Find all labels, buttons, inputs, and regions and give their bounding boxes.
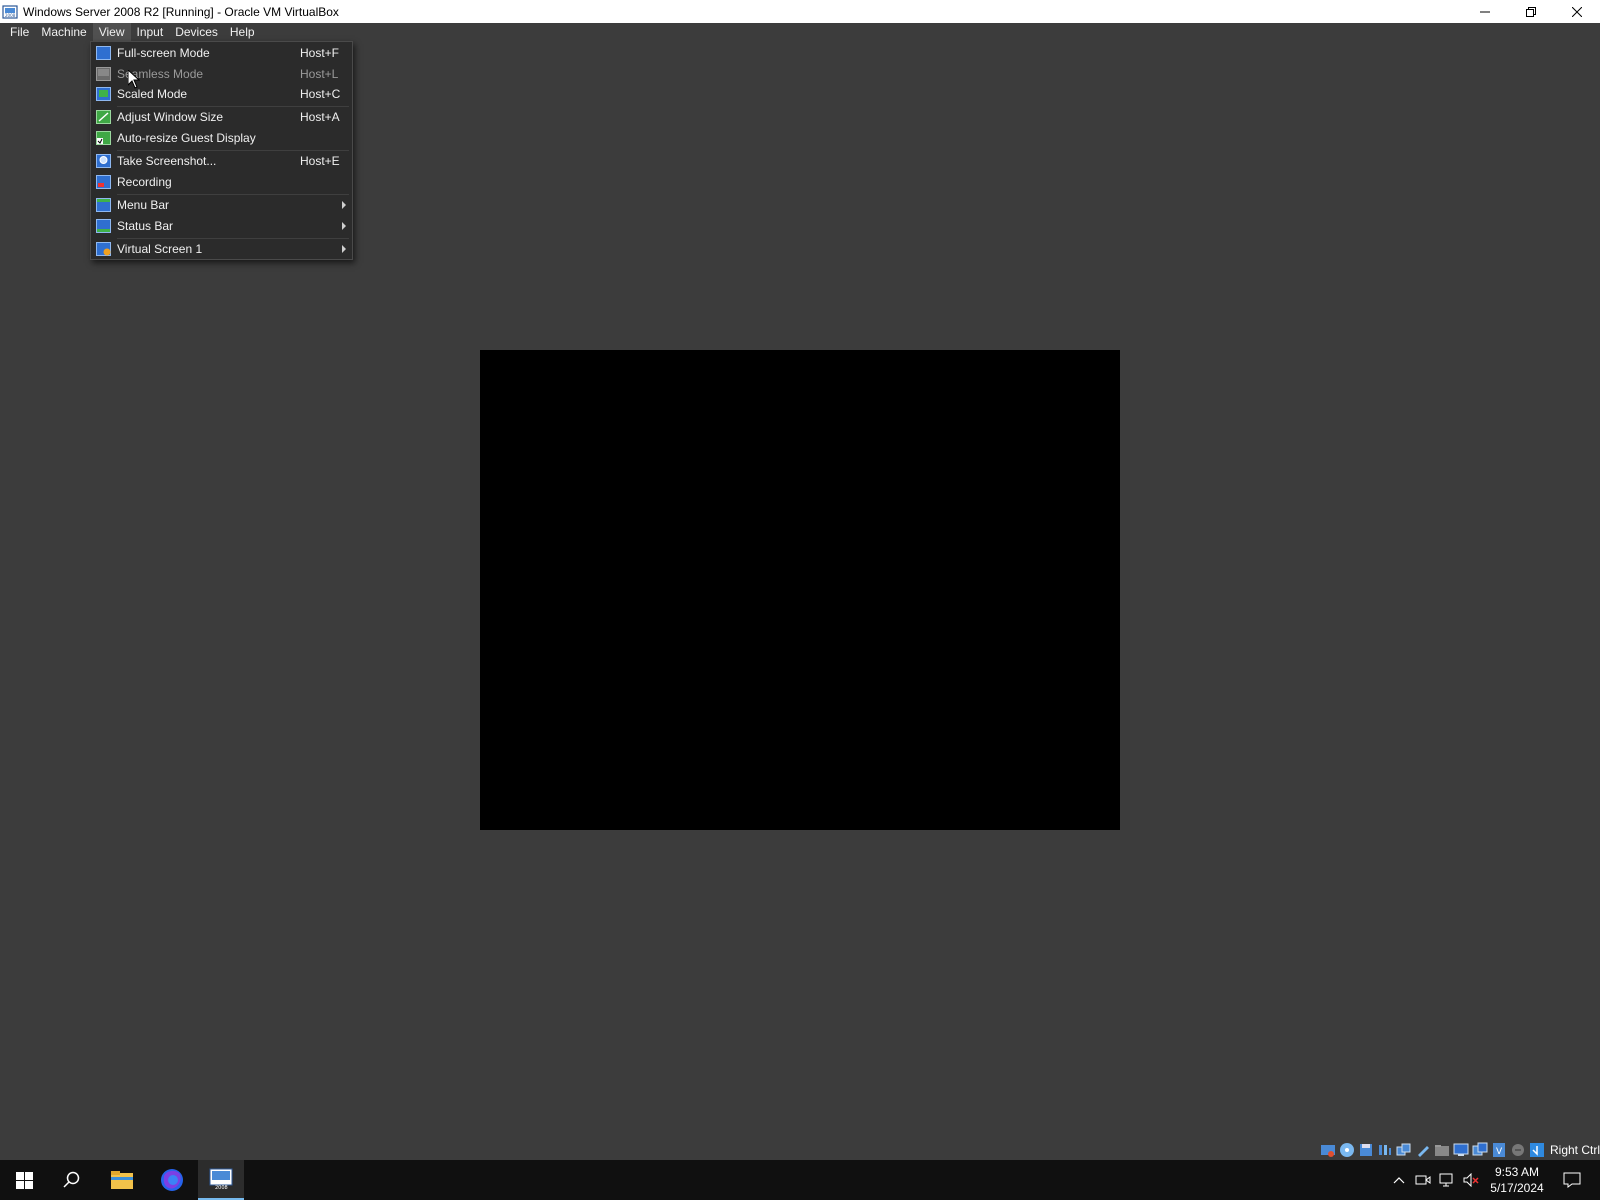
window-title-bar[interactable]: 2008 Windows Server 2008 R2 [Running] - … bbox=[0, 0, 1600, 23]
submenu-arrow-icon bbox=[342, 201, 346, 209]
menu-item-virtual-screen-1[interactable]: Virtual Screen 1 bbox=[91, 239, 352, 260]
menu-item-take-screenshot[interactable]: Take Screenshot... Host+E bbox=[91, 151, 352, 172]
start-icon bbox=[15, 1171, 33, 1189]
menu-file[interactable]: File bbox=[4, 23, 35, 42]
shared-folders-icon[interactable] bbox=[1434, 1142, 1450, 1158]
volume-muted-icon bbox=[1463, 1173, 1479, 1187]
firefox-icon bbox=[161, 1169, 183, 1191]
meet-now-icon bbox=[1415, 1175, 1431, 1185]
submenu-arrow-icon bbox=[342, 222, 346, 230]
floppy-icon[interactable] bbox=[1358, 1142, 1374, 1158]
virtual-screen-icon bbox=[96, 242, 111, 256]
menu-devices[interactable]: Devices bbox=[169, 23, 224, 42]
tray-meet-now[interactable] bbox=[1412, 1160, 1434, 1200]
menu-machine[interactable]: Machine bbox=[35, 23, 92, 42]
menu-bar: File Machine View Input Devices Help bbox=[0, 23, 1600, 42]
tray-overflow-button[interactable] bbox=[1388, 1160, 1410, 1200]
menu-item-menu-bar[interactable]: Menu Bar bbox=[91, 195, 352, 216]
virtualbox-icon: 2008 bbox=[209, 1168, 233, 1191]
file-explorer-icon bbox=[111, 1171, 133, 1189]
clock-time: 9:53 AM bbox=[1494, 1165, 1540, 1179]
display-icon[interactable] bbox=[1453, 1142, 1469, 1158]
fullscreen-icon bbox=[96, 46, 111, 60]
taskbar: 2008 9:53 AM 5/17/2024 bbox=[0, 1160, 1600, 1200]
vm-status-bar: V Right Ctrl bbox=[1320, 1139, 1600, 1161]
svg-text:V: V bbox=[1496, 1147, 1503, 1157]
search-button[interactable] bbox=[48, 1160, 96, 1200]
mouse-cursor-icon bbox=[128, 70, 140, 89]
mouse-integration-icon[interactable] bbox=[1510, 1142, 1526, 1158]
menu-bar-icon bbox=[96, 198, 111, 212]
menu-view[interactable]: View bbox=[92, 23, 131, 42]
auto-resize-icon bbox=[96, 131, 111, 145]
firefox-button[interactable] bbox=[148, 1160, 196, 1200]
restore-icon bbox=[1526, 6, 1536, 17]
tray-network[interactable] bbox=[1436, 1160, 1458, 1200]
network-icon bbox=[1439, 1173, 1453, 1187]
svg-text:2008: 2008 bbox=[5, 13, 16, 18]
menu-item-status-bar[interactable]: Status Bar bbox=[91, 216, 352, 237]
seamless-icon bbox=[96, 67, 111, 81]
search-icon bbox=[63, 1171, 80, 1188]
clock-date: 5/17/2024 bbox=[1490, 1181, 1544, 1195]
vt-x-icon[interactable]: V bbox=[1491, 1142, 1507, 1158]
virtualbox-app-icon: 2008 bbox=[2, 4, 18, 20]
recording-icon bbox=[96, 175, 111, 189]
svg-text:2008: 2008 bbox=[215, 1185, 228, 1191]
restore-button[interactable] bbox=[1508, 0, 1554, 23]
menu-item-adjust-window-size[interactable]: Adjust Window Size Host+A bbox=[91, 107, 352, 128]
start-button[interactable] bbox=[0, 1160, 48, 1200]
submenu-arrow-icon bbox=[342, 245, 346, 253]
action-center-button[interactable] bbox=[1555, 1160, 1589, 1200]
window-title: Windows Server 2008 R2 [Running] - Oracl… bbox=[23, 4, 339, 19]
notification-icon bbox=[1563, 1172, 1581, 1188]
guest-display[interactable] bbox=[480, 350, 1120, 830]
file-explorer-button[interactable] bbox=[98, 1160, 146, 1200]
taskbar-clock[interactable]: 9:53 AM 5/17/2024 bbox=[1484, 1164, 1550, 1196]
screenshot-icon bbox=[96, 154, 111, 168]
scaled-icon bbox=[96, 87, 111, 101]
minimize-icon bbox=[1480, 11, 1490, 12]
menu-input[interactable]: Input bbox=[131, 23, 170, 42]
host-key-label: Right Ctrl bbox=[1549, 1143, 1600, 1157]
minimize-button[interactable] bbox=[1462, 0, 1508, 23]
adjust-window-icon bbox=[96, 110, 111, 124]
status-bar-icon bbox=[96, 219, 111, 233]
audio-icon[interactable] bbox=[1377, 1142, 1393, 1158]
keyboard-icon[interactable] bbox=[1529, 1142, 1545, 1158]
hard-disk-icon[interactable] bbox=[1320, 1142, 1336, 1158]
menu-item-full-screen-mode[interactable]: Full-screen Mode Host+F bbox=[91, 43, 352, 64]
recording-icon[interactable] bbox=[1472, 1142, 1488, 1158]
network-icon[interactable] bbox=[1396, 1142, 1412, 1158]
menu-item-recording[interactable]: Recording bbox=[91, 172, 352, 193]
close-button[interactable] bbox=[1554, 0, 1600, 23]
menu-help[interactable]: Help bbox=[224, 23, 261, 42]
tray-volume[interactable] bbox=[1460, 1160, 1482, 1200]
close-icon bbox=[1572, 6, 1582, 17]
menu-item-auto-resize-guest-display[interactable]: Auto-resize Guest Display bbox=[91, 128, 352, 149]
usb-icon[interactable] bbox=[1415, 1142, 1431, 1158]
optical-drive-icon[interactable] bbox=[1339, 1142, 1355, 1158]
virtualbox-taskbar-button[interactable]: 2008 bbox=[198, 1160, 244, 1200]
chevron-up-icon bbox=[1393, 1177, 1405, 1184]
